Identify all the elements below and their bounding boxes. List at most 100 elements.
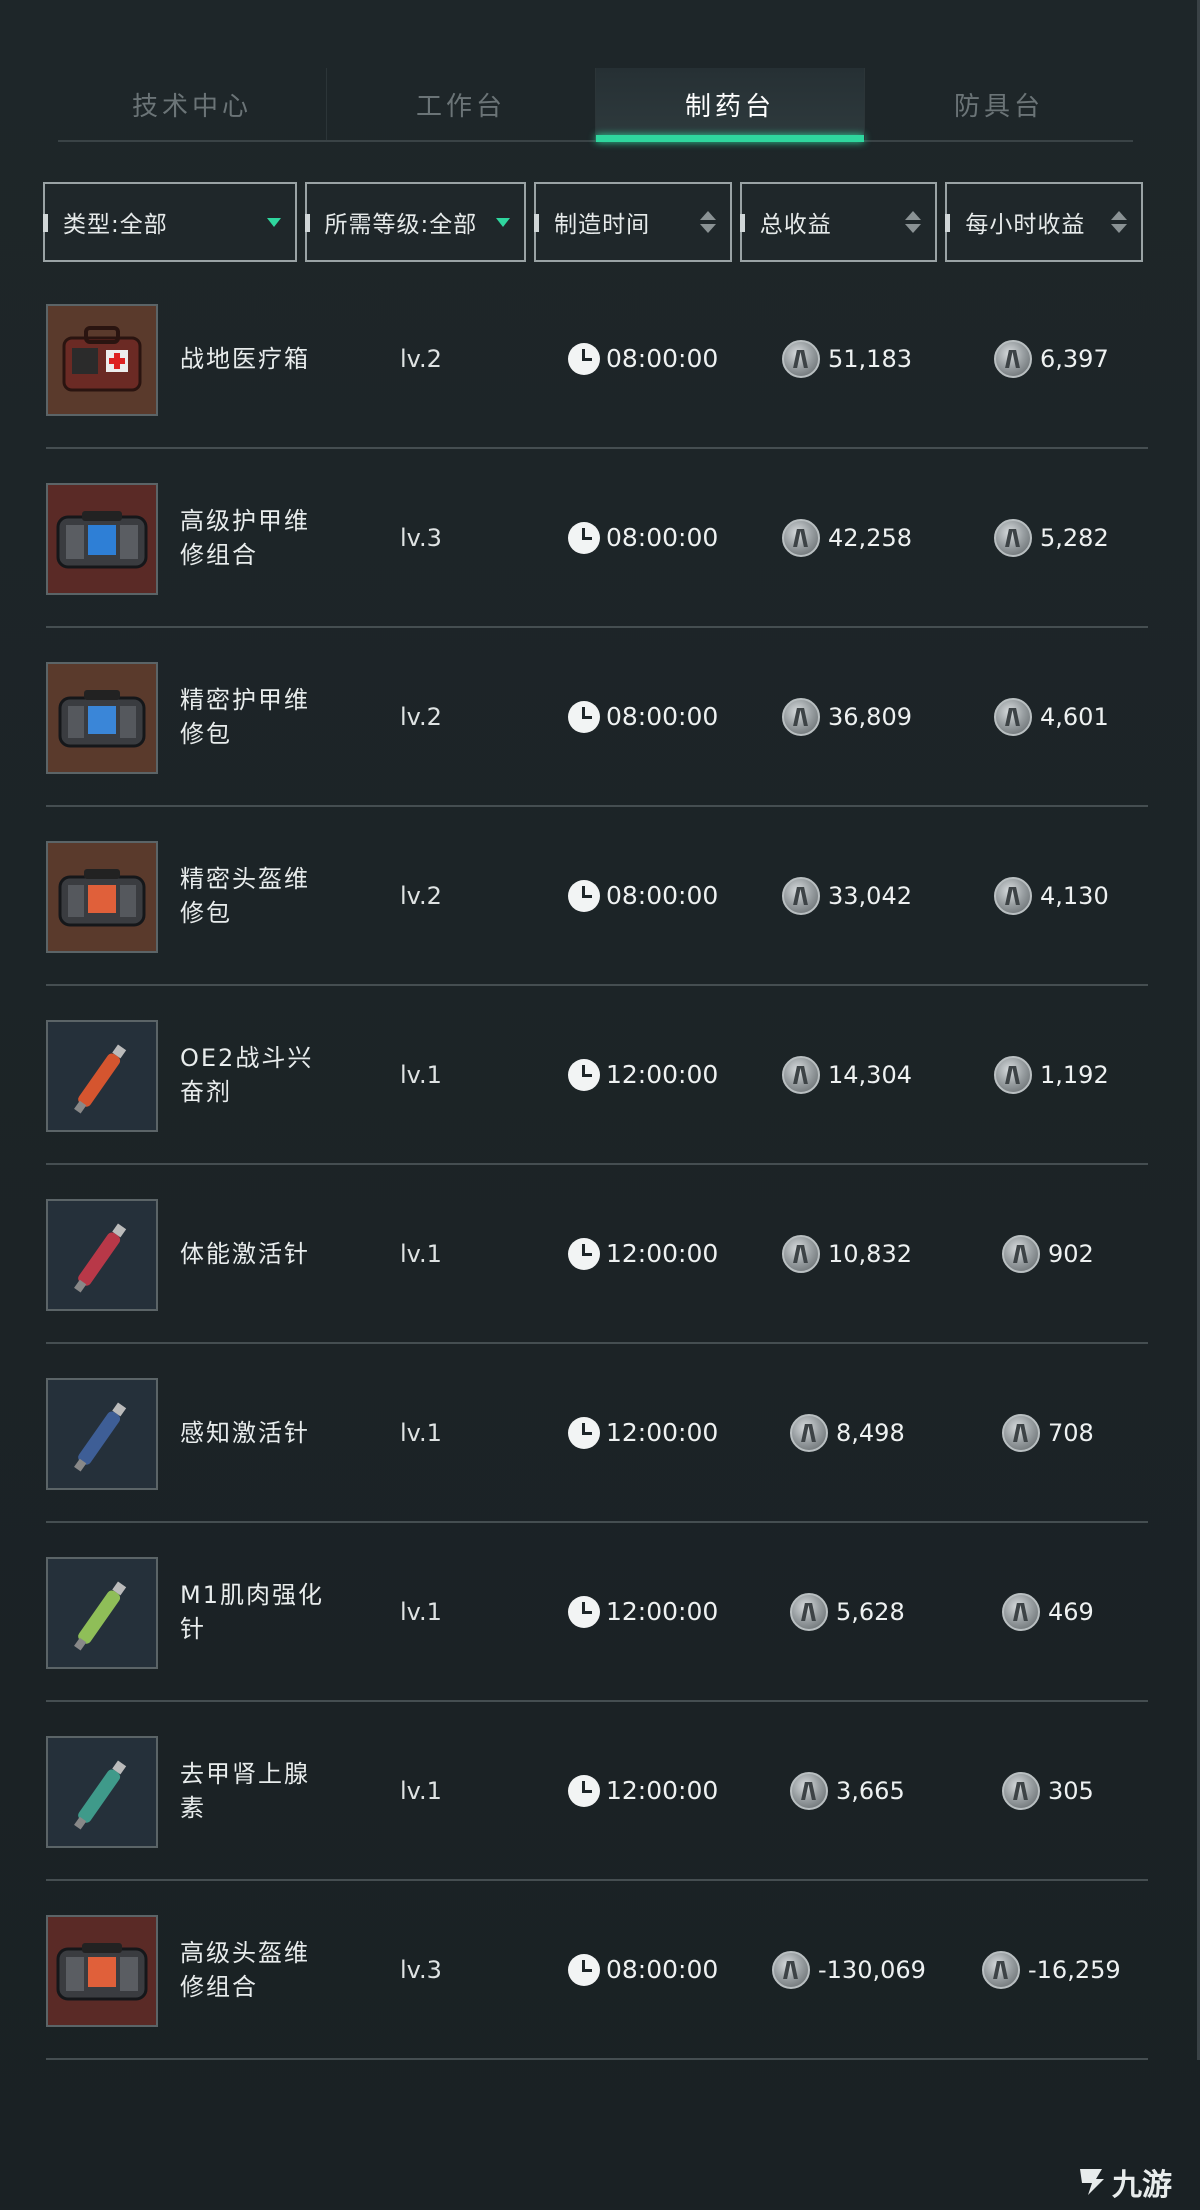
craft-time: 12:00:00 bbox=[568, 1774, 719, 1807]
hourly-profit: 305 bbox=[1002, 1771, 1094, 1810]
jiuyou-logo-icon bbox=[1080, 2169, 1104, 2195]
watermark: 九游 bbox=[1074, 2160, 1172, 2204]
hourly-profit: -16,259 bbox=[982, 1950, 1121, 1989]
clock-icon bbox=[568, 879, 600, 912]
total-profit-value: 36,809 bbox=[828, 702, 912, 731]
craft-time: 12:00:00 bbox=[568, 1237, 719, 1270]
total-profit: 3,665 bbox=[790, 1771, 905, 1810]
craft-time: 12:00:00 bbox=[568, 1595, 719, 1628]
total-profit-value: 10,832 bbox=[828, 1239, 912, 1268]
recipe-list: 战地医疗箱 lv.2 08:00:00 51,183 6,397 高级护甲维修组… bbox=[46, 270, 1148, 2060]
armor-repair-kit-icon bbox=[46, 483, 158, 595]
list-item[interactable]: 精密护甲维修包 lv.2 08:00:00 36,809 4,601 bbox=[46, 628, 1148, 807]
list-item[interactable]: 精密头盔维修包 lv.2 08:00:00 33,042 4,130 bbox=[46, 807, 1148, 986]
tab-workbench[interactable]: 工作台 bbox=[326, 68, 595, 140]
injector-icon bbox=[46, 1736, 158, 1848]
item-name: M1肌肉强化针 bbox=[180, 1580, 324, 1643]
tab-pharmacy[interactable]: 制药台 bbox=[595, 68, 864, 142]
list-item[interactable]: M1肌肉强化针 lv.1 12:00:00 5,628 469 bbox=[46, 1523, 1148, 1702]
total-profit-value: 33,042 bbox=[828, 881, 912, 910]
tab-armor-bench[interactable]: 防具台 bbox=[864, 68, 1133, 140]
item-name: 体能激活针 bbox=[180, 1239, 310, 1268]
craft-time-value: 12:00:00 bbox=[606, 1239, 719, 1268]
injector-icon bbox=[46, 1378, 158, 1490]
craft-time-value: 08:00:00 bbox=[606, 702, 719, 731]
total-profit: 8,498 bbox=[790, 1413, 905, 1452]
total-profit-value: 42,258 bbox=[828, 523, 912, 552]
type-filter-dropdown[interactable]: 类型:全部 bbox=[43, 182, 297, 262]
list-item[interactable]: OE2战斗兴奋剂 lv.1 12:00:00 14,304 1,192 bbox=[46, 986, 1148, 1165]
coin-icon bbox=[1002, 1234, 1040, 1273]
hourly-profit-value: -16,259 bbox=[1028, 1955, 1121, 1984]
list-item[interactable]: 感知激活针 lv.1 12:00:00 8,498 708 bbox=[46, 1344, 1148, 1523]
craft-time-value: 12:00:00 bbox=[606, 1597, 719, 1626]
list-item[interactable]: 去甲肾上腺素 lv.1 12:00:00 3,665 305 bbox=[46, 1702, 1148, 1881]
filter-bar: 类型:全部 所需等级:全部 制造时间 总收益 每小时收益 bbox=[43, 182, 1144, 262]
clock-icon bbox=[568, 1416, 600, 1449]
medkit-icon bbox=[46, 304, 158, 416]
hourly-profit: 469 bbox=[1002, 1592, 1094, 1631]
tab-tech-center[interactable]: 技术中心 bbox=[58, 68, 326, 140]
level-filter-dropdown[interactable]: 所需等级:全部 bbox=[304, 182, 527, 262]
craft-time-value: 12:00:00 bbox=[606, 1418, 719, 1447]
coin-icon bbox=[1002, 1592, 1040, 1631]
craft-time-value: 08:00:00 bbox=[606, 523, 719, 552]
hourly-profit: 5,282 bbox=[994, 518, 1109, 557]
sort-by-total-button[interactable]: 总收益 bbox=[739, 182, 938, 262]
hourly-profit: 902 bbox=[1002, 1234, 1094, 1273]
sort-by-hourly-button[interactable]: 每小时收益 bbox=[945, 182, 1144, 262]
coin-icon bbox=[994, 876, 1032, 915]
total-profit: 10,832 bbox=[782, 1234, 912, 1273]
sort-icon bbox=[905, 211, 922, 233]
item-level: lv.2 bbox=[400, 702, 442, 731]
injector-icon bbox=[46, 1199, 158, 1311]
coin-icon bbox=[790, 1771, 828, 1810]
list-item[interactable]: 体能激活针 lv.1 12:00:00 10,832 902 bbox=[46, 1165, 1148, 1344]
chevron-down-icon bbox=[496, 217, 511, 227]
item-name: 感知激活针 bbox=[180, 1418, 310, 1447]
hourly-profit-value: 6,397 bbox=[1040, 344, 1109, 373]
craft-time-value: 08:00:00 bbox=[606, 344, 719, 373]
total-profit-value: 5,628 bbox=[836, 1597, 905, 1626]
coin-icon bbox=[782, 339, 820, 378]
craft-time-value: 12:00:00 bbox=[606, 1060, 719, 1089]
list-item[interactable]: 高级头盔维修组合 lv.3 08:00:00 -130,069 -16,259 bbox=[46, 1881, 1148, 2060]
total-profit-value: 14,304 bbox=[828, 1060, 912, 1089]
sort-by-time-button[interactable]: 制造时间 bbox=[534, 182, 732, 262]
clock-icon bbox=[568, 342, 600, 375]
list-item[interactable]: 战地医疗箱 lv.2 08:00:00 51,183 6,397 bbox=[46, 270, 1148, 449]
helmet-repair-bag-icon bbox=[46, 841, 158, 953]
watermark-text: 九游 bbox=[1112, 2168, 1172, 2203]
total-profit-value: 8,498 bbox=[836, 1418, 905, 1447]
hourly-profit: 1,192 bbox=[994, 1055, 1109, 1094]
level-filter-label: 所需等级:全部 bbox=[324, 212, 478, 238]
hourly-profit-value: 1,192 bbox=[1040, 1060, 1109, 1089]
item-level: lv.1 bbox=[400, 1239, 442, 1268]
total-profit: 14,304 bbox=[782, 1055, 912, 1094]
list-item[interactable]: 高级护甲维修组合 lv.3 08:00:00 42,258 5,282 bbox=[46, 449, 1148, 628]
craft-time: 08:00:00 bbox=[568, 342, 719, 375]
coin-icon bbox=[782, 697, 820, 736]
item-name: OE2战斗兴奋剂 bbox=[180, 1043, 314, 1106]
hourly-profit-value: 305 bbox=[1048, 1776, 1094, 1805]
craft-time: 08:00:00 bbox=[568, 879, 718, 912]
craft-time-value: 12:00:00 bbox=[606, 1776, 719, 1805]
coin-icon bbox=[772, 1950, 810, 1989]
craft-time: 08:00:00 bbox=[568, 1953, 719, 1986]
coin-icon bbox=[994, 518, 1032, 557]
total-profit: -130,069 bbox=[772, 1950, 926, 1989]
hourly-profit: 4,130 bbox=[994, 876, 1109, 915]
total-profit: 33,042 bbox=[782, 876, 912, 915]
clock-icon bbox=[568, 1058, 600, 1091]
item-level: lv.1 bbox=[400, 1060, 442, 1089]
hourly-sort-label: 每小时收益 bbox=[965, 212, 1086, 238]
craft-time-value: 08:00:00 bbox=[606, 1955, 719, 1984]
hourly-profit: 708 bbox=[1002, 1413, 1094, 1452]
hourly-profit-value: 469 bbox=[1048, 1597, 1094, 1626]
hourly-profit-value: 4,130 bbox=[1040, 881, 1109, 910]
clock-icon bbox=[568, 1237, 600, 1270]
total-profit-value: 51,183 bbox=[828, 344, 912, 373]
chevron-down-icon bbox=[266, 217, 281, 227]
item-level: lv.2 bbox=[400, 881, 442, 910]
helmet-repair-kit-icon bbox=[46, 1915, 158, 2027]
